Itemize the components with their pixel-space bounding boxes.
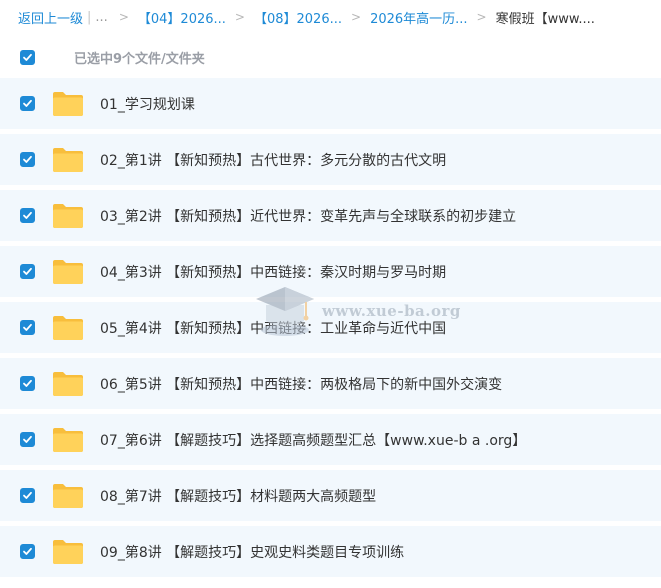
- row-checkbox[interactable]: [20, 488, 35, 503]
- back-link[interactable]: 返回上一级: [18, 8, 83, 27]
- check-icon: [23, 267, 32, 275]
- file-name[interactable]: 02_第1讲 【新知预热】古代世界：多元分散的古代文明: [100, 150, 446, 170]
- folder-icon: [53, 147, 83, 172]
- folder-icon: [53, 203, 83, 228]
- breadcrumb: 返回上一级 | ... > 【04】2026... > 【08】2026... …: [18, 0, 661, 34]
- row-checkbox[interactable]: [20, 96, 35, 111]
- folder-icon: [53, 259, 83, 284]
- check-icon: [23, 379, 32, 387]
- breadcrumb-divider: |: [87, 9, 92, 25]
- folder-icon: [53, 371, 83, 396]
- file-name[interactable]: 07_第6讲 【解题技巧】选择题高频题型汇总【www.xue-b a .org】: [100, 430, 526, 450]
- row-checkbox[interactable]: [20, 544, 35, 559]
- list-item[interactable]: 05_第4讲 【新知预热】中西链接：工业革命与近代中国: [0, 302, 661, 353]
- breadcrumb-ellipsis[interactable]: ...: [95, 10, 107, 25]
- list-item[interactable]: 04_第3讲 【新知预热】中西链接：秦汉时期与罗马时期: [0, 246, 661, 297]
- row-checkbox[interactable]: [20, 264, 35, 279]
- check-icon: [23, 435, 32, 443]
- list-item[interactable]: 01_学习规划课: [0, 78, 661, 129]
- row-checkbox[interactable]: [20, 376, 35, 391]
- breadcrumb-item-3[interactable]: 2026年高一历...: [370, 8, 467, 27]
- select-all-checkbox[interactable]: [20, 49, 35, 65]
- list-item[interactable]: 06_第5讲 【新知预热】中西链接：两极格局下的新中国外交演变: [0, 358, 661, 409]
- row-checkbox[interactable]: [20, 432, 35, 447]
- file-name[interactable]: 09_第8讲 【解题技巧】史观史料类题目专项训练: [100, 542, 404, 562]
- check-icon: [23, 155, 32, 163]
- row-checkbox[interactable]: [20, 152, 35, 167]
- breadcrumb-separator: >: [234, 10, 245, 24]
- file-list: 01_学习规划课 02_第1讲 【新知预热】古代世界：多元分散的古代文明 03_…: [0, 78, 661, 582]
- list-item[interactable]: 09_第8讲 【解题技巧】史观史料类题目专项训练: [0, 526, 661, 577]
- row-checkbox[interactable]: [20, 208, 35, 223]
- check-icon: [23, 547, 32, 555]
- selection-header: 已选中9个文件/文件夹: [0, 40, 661, 74]
- folder-icon: [53, 539, 83, 564]
- row-checkbox[interactable]: [20, 320, 35, 335]
- check-icon: [23, 211, 32, 219]
- folder-icon: [53, 483, 83, 508]
- breadcrumb-item-1[interactable]: 【04】2026...: [138, 8, 226, 27]
- file-name[interactable]: 08_第7讲 【解题技巧】材料题两大高频题型: [100, 486, 376, 506]
- list-item[interactable]: 07_第6讲 【解题技巧】选择题高频题型汇总【www.xue-b a .org】: [0, 414, 661, 465]
- file-name[interactable]: 05_第4讲 【新知预热】中西链接：工业革命与近代中国: [100, 318, 446, 338]
- file-name[interactable]: 03_第2讲 【新知预热】近代世界：变革先声与全球联系的初步建立: [100, 206, 516, 226]
- selection-summary: 已选中9个文件/文件夹: [74, 51, 205, 67]
- check-icon: [23, 53, 32, 61]
- file-browser: 返回上一级 | ... > 【04】2026... > 【08】2026... …: [0, 0, 661, 588]
- file-name[interactable]: 01_学习规划课: [100, 94, 195, 114]
- breadcrumb-separator: >: [476, 10, 487, 24]
- check-icon: [23, 323, 32, 331]
- list-item[interactable]: 08_第7讲 【解题技巧】材料题两大高频题型: [0, 470, 661, 521]
- file-name[interactable]: 04_第3讲 【新知预热】中西链接：秦汉时期与罗马时期: [100, 262, 446, 282]
- list-item[interactable]: 02_第1讲 【新知预热】古代世界：多元分散的古代文明: [0, 134, 661, 185]
- breadcrumb-separator: >: [118, 10, 129, 24]
- breadcrumb-item-2[interactable]: 【08】2026...: [254, 8, 342, 27]
- folder-icon: [53, 315, 83, 340]
- folder-icon: [53, 91, 83, 116]
- folder-icon: [53, 427, 83, 452]
- file-name[interactable]: 06_第5讲 【新知预热】中西链接：两极格局下的新中国外交演变: [100, 374, 502, 394]
- list-item[interactable]: 03_第2讲 【新知预热】近代世界：变革先声与全球联系的初步建立: [0, 190, 661, 241]
- breadcrumb-current: 寒假班【www....: [495, 11, 595, 27]
- check-icon: [23, 99, 32, 107]
- check-icon: [23, 491, 32, 499]
- breadcrumb-separator: >: [351, 10, 362, 24]
